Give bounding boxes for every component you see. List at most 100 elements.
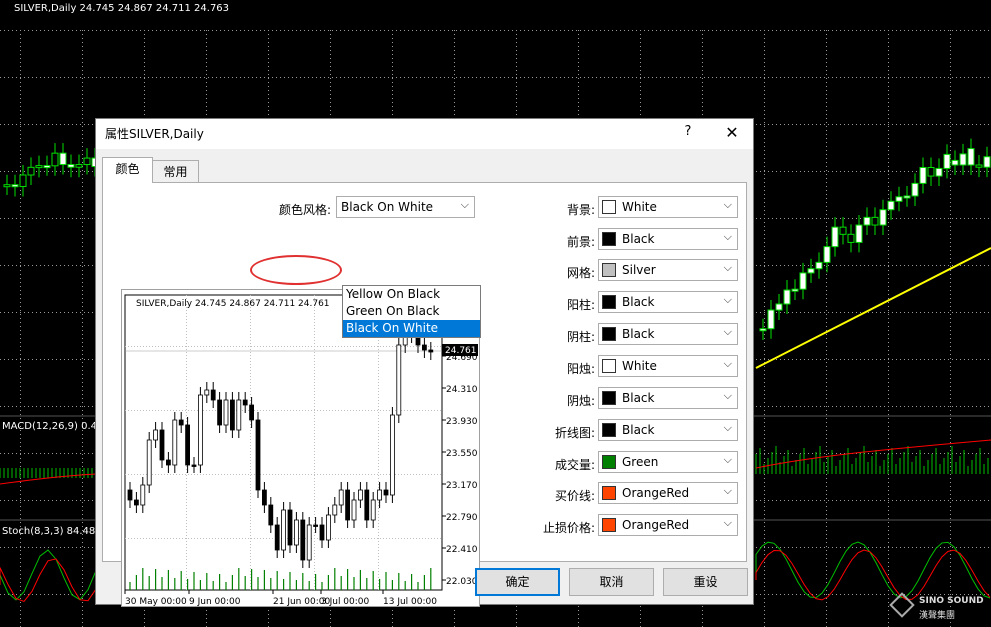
grid-dot xyxy=(44,124,45,125)
grid-dot xyxy=(20,86,21,87)
grid-dot xyxy=(456,77,457,78)
grid-dot xyxy=(860,30,861,31)
grid-dot xyxy=(896,453,897,454)
grid-dot xyxy=(644,77,645,78)
grid-dot xyxy=(82,254,83,255)
grid-dot xyxy=(188,30,189,31)
grid-dot xyxy=(160,77,161,78)
grid-dot xyxy=(950,458,951,459)
grid-dot xyxy=(840,171,841,172)
grid-dot xyxy=(932,312,933,313)
grid-dot xyxy=(188,77,189,78)
grid-dot xyxy=(180,30,181,31)
grid-dot xyxy=(20,154,21,155)
grid-dot xyxy=(940,359,941,360)
grid-dot xyxy=(268,77,269,78)
grid-dot xyxy=(826,178,827,179)
grid-dot xyxy=(312,77,313,78)
grid-dot xyxy=(868,359,869,360)
grid-dot xyxy=(0,265,1,266)
grid-dot xyxy=(512,77,513,78)
grid-dot xyxy=(248,77,249,78)
grid-dot xyxy=(968,406,969,407)
grid-dot xyxy=(304,30,305,31)
grid-dot xyxy=(82,250,83,251)
grid-dot xyxy=(804,218,805,219)
grid-dot xyxy=(826,450,827,451)
grid-dot xyxy=(950,354,951,355)
grid-dot xyxy=(948,124,949,125)
grid-dot xyxy=(0,406,1,407)
grid-dot xyxy=(92,171,93,172)
grid-dot xyxy=(82,514,83,515)
grid-dot xyxy=(280,77,281,78)
grid-dot xyxy=(872,30,873,31)
grid-dot xyxy=(972,218,973,219)
grid-dot xyxy=(952,265,953,266)
grid-dot xyxy=(826,70,827,71)
grid-dot xyxy=(20,578,21,579)
grid-dot xyxy=(950,34,951,35)
grid-dot xyxy=(206,38,207,39)
grid-dot xyxy=(578,606,579,607)
grid-dot xyxy=(888,334,889,335)
grid-dot xyxy=(956,171,957,172)
grid-dot xyxy=(904,124,905,125)
grid-dot xyxy=(940,265,941,266)
grid-dot xyxy=(826,198,827,199)
grid-dot xyxy=(888,374,889,375)
grid-dot xyxy=(84,124,85,125)
grid-dot xyxy=(950,526,951,527)
grid-dot xyxy=(788,30,789,31)
grid-dot xyxy=(454,50,455,51)
grid-dot xyxy=(20,266,21,267)
grid-dot xyxy=(948,218,949,219)
grid-dot xyxy=(82,102,83,103)
grid-dot xyxy=(578,62,579,63)
grid-dot xyxy=(764,114,765,115)
grid-dot xyxy=(8,124,9,125)
grid-dot xyxy=(380,30,381,31)
grid-dot xyxy=(826,426,827,427)
grid-dot xyxy=(20,270,21,271)
grid-dot xyxy=(156,30,157,31)
grid-dot xyxy=(932,30,933,31)
grid-dot xyxy=(964,77,965,78)
grid-dot xyxy=(826,62,827,63)
grid-dot xyxy=(82,282,83,283)
grid-dot xyxy=(764,106,765,107)
grid-dot xyxy=(848,124,849,125)
grid-dot xyxy=(64,500,65,501)
grid-dot xyxy=(20,478,21,479)
grid-dot xyxy=(826,454,827,455)
grid-dot xyxy=(82,194,83,195)
grid-dot xyxy=(82,162,83,163)
grid-dot xyxy=(756,218,757,219)
grid-dot xyxy=(826,130,827,131)
grid-dot xyxy=(20,522,21,523)
grid-dot xyxy=(764,522,765,523)
grid-dot xyxy=(268,610,269,611)
grid-dot xyxy=(892,312,893,313)
grid-dot xyxy=(950,278,951,279)
grid-dot xyxy=(20,42,21,43)
grid-dot xyxy=(688,30,689,31)
grid-dot xyxy=(824,77,825,78)
grid-dot xyxy=(144,70,145,71)
grid-dot xyxy=(826,350,827,351)
grid-dot xyxy=(826,362,827,363)
grid-dot xyxy=(984,124,985,125)
grid-dot xyxy=(702,610,703,611)
grid-dot xyxy=(764,294,765,295)
grid-dot xyxy=(640,50,641,51)
grid-dot xyxy=(976,359,977,360)
grid-dot xyxy=(20,314,21,315)
grid-dot xyxy=(20,494,21,495)
grid-dot xyxy=(82,450,83,451)
grid-dot xyxy=(950,342,951,343)
grid-dot xyxy=(950,310,951,311)
grid-dot xyxy=(20,350,21,351)
grid-dot xyxy=(912,265,913,266)
grid-dot xyxy=(82,562,83,563)
grid-dot xyxy=(950,390,951,391)
